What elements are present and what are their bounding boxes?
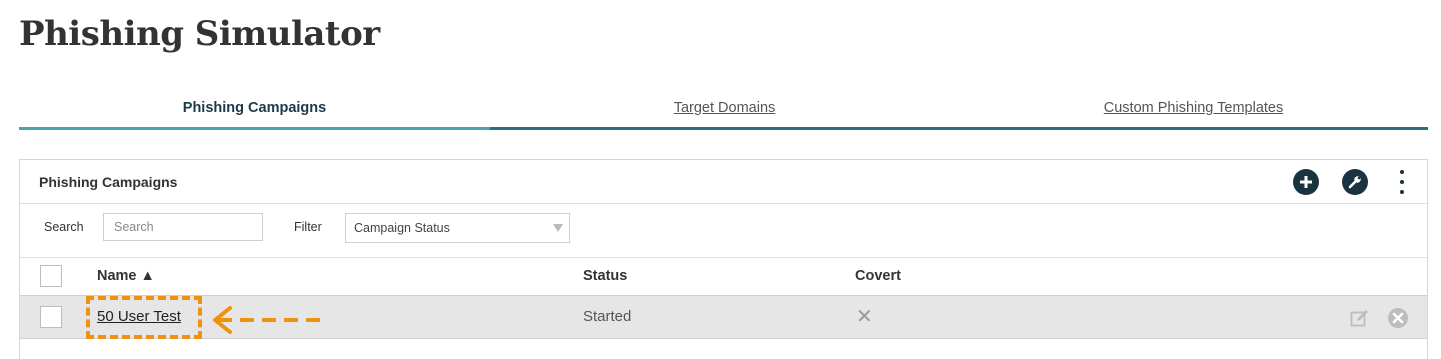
column-header-name[interactable]: Name ▲ <box>97 268 155 284</box>
campaign-status: Started <box>583 308 632 325</box>
chevron-down-icon <box>553 224 563 232</box>
search-input[interactable] <box>103 213 263 241</box>
table-header: Name ▲ Status Covert <box>20 258 1427 296</box>
more-options-button[interactable] <box>1392 168 1412 196</box>
search-label: Search <box>44 220 84 234</box>
wrench-circle-icon <box>1348 176 1361 189</box>
tab-bar: Phishing Campaigns Target Domains Custom… <box>19 88 1428 130</box>
pointer-arrow-icon <box>213 306 326 334</box>
plus-circle-icon <box>1300 176 1312 188</box>
tab-target-domains[interactable]: Target Domains <box>490 88 959 130</box>
kebab-menu-icon <box>1400 170 1404 174</box>
select-all-checkbox[interactable] <box>40 265 62 287</box>
highlight-box <box>86 296 202 339</box>
column-header-covert[interactable]: Covert <box>855 268 901 284</box>
tab-phishing-campaigns[interactable]: Phishing Campaigns <box>19 88 490 130</box>
filter-label: Filter <box>294 220 322 234</box>
close-circle-icon <box>1388 308 1408 328</box>
panel-header: Phishing Campaigns <box>20 160 1427 204</box>
panel-title: Phishing Campaigns <box>39 174 178 190</box>
add-campaign-button[interactable] <box>1293 169 1319 195</box>
delete-button[interactable] <box>1387 307 1409 334</box>
filter-bar: Search Filter Campaign Status <box>20 204 1427 258</box>
campaign-status-select[interactable]: Campaign Status <box>345 213 570 243</box>
select-value: Campaign Status <box>354 221 450 235</box>
edit-icon <box>1350 310 1368 327</box>
covert-x-icon: ✕ <box>856 306 873 328</box>
settings-wrench-button[interactable] <box>1342 169 1368 195</box>
page-title: Phishing Simulator <box>19 14 380 54</box>
column-header-status[interactable]: Status <box>583 268 627 284</box>
tab-custom-phishing-templates[interactable]: Custom Phishing Templates <box>959 88 1428 130</box>
edit-button[interactable] <box>1350 308 1370 333</box>
row-checkbox[interactable] <box>40 306 62 328</box>
